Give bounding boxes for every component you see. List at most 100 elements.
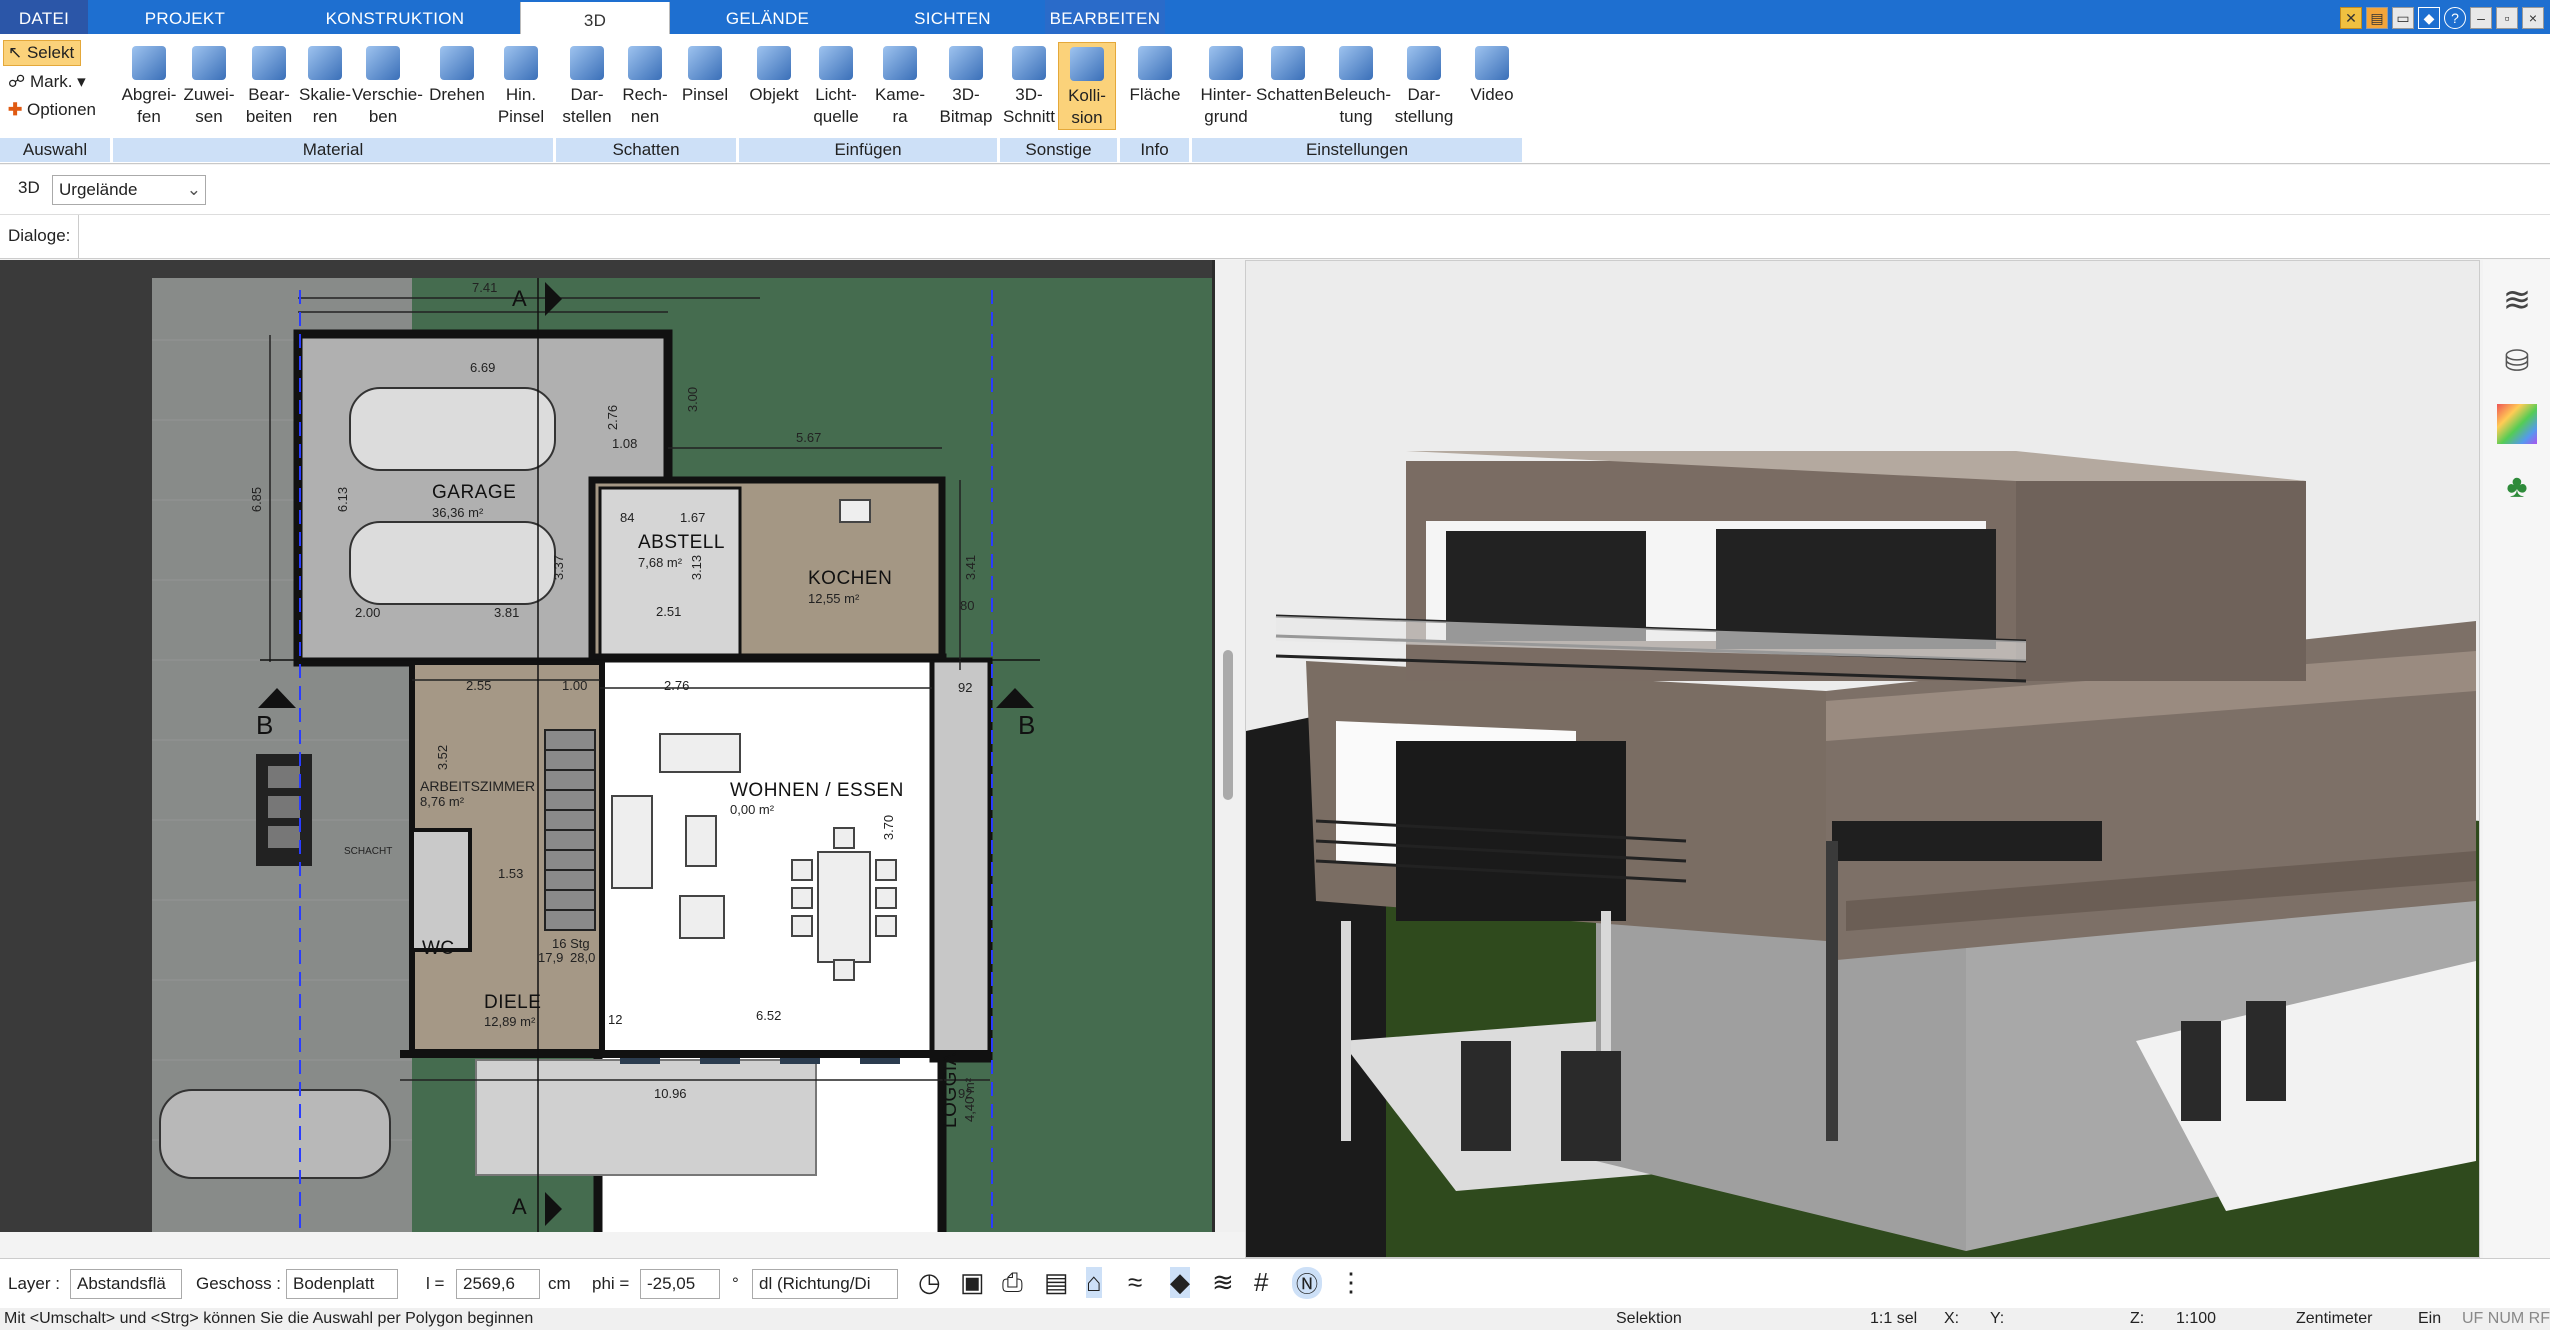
group-einstellungen: Einstellungen bbox=[1192, 138, 1522, 162]
direction-select[interactable]: dl (Richtung/Di bbox=[752, 1269, 898, 1299]
move-button[interactable]: Verschie- ben bbox=[352, 42, 423, 128]
tree-icon[interactable]: ♣ bbox=[2497, 466, 2537, 506]
pick-button[interactable]: Abgrei- fen bbox=[118, 42, 180, 128]
layer-value: Abstandsflä bbox=[77, 1274, 166, 1293]
brush-button[interactable]: Pinsel bbox=[676, 42, 734, 106]
palette-icon[interactable]: ◆ bbox=[2418, 7, 2440, 29]
camera-button[interactable]: Kame- ra bbox=[870, 42, 930, 128]
room-kochen-area: 12,55 m² bbox=[808, 591, 860, 606]
right-sidebar: ≋ ⛁ ♣ bbox=[2483, 260, 2550, 1258]
schacht-label: SCHACHT bbox=[344, 846, 393, 857]
light-source-label: Licht- quelle bbox=[813, 85, 859, 126]
floor-value: Bodenplatt bbox=[293, 1274, 375, 1293]
display-button[interactable]: Dar- stellung bbox=[1392, 42, 1456, 128]
phi-value: -25,05 bbox=[647, 1274, 696, 1293]
close-icon[interactable]: × bbox=[2522, 7, 2544, 29]
rotate-button[interactable]: Drehen bbox=[426, 42, 488, 106]
monitor-icon[interactable]: ▣ bbox=[960, 1267, 985, 1298]
background-button[interactable]: Hinter- grund bbox=[1194, 42, 1258, 128]
mark-button[interactable]: ☍ Mark. ▾ bbox=[8, 70, 86, 94]
bitmap-button[interactable]: 3D- Bitmap bbox=[936, 42, 996, 128]
hint-brush-button[interactable]: Hin. Pinsel bbox=[490, 42, 552, 128]
compute-shadow-button[interactable]: Rech- nen bbox=[616, 42, 674, 128]
printer-icon[interactable]: ⎙ bbox=[1002, 1267, 1023, 1299]
dim-label: 3.41 bbox=[963, 554, 979, 581]
collision-label: Kolli- sion bbox=[1068, 86, 1106, 127]
help-icon[interactable]: ? bbox=[2444, 7, 2466, 29]
render-shadow-button[interactable]: Dar- stellen bbox=[558, 42, 616, 128]
bitmap-label: 3D- Bitmap bbox=[939, 85, 993, 126]
brush-icon bbox=[688, 46, 722, 80]
status-tools: ◷ ▣ ⎙ ▤ ⌂ ≈ ◆ ≋ # Ⓝ ⋮ bbox=[918, 1267, 1364, 1301]
layer-select[interactable]: Abstandsflä bbox=[70, 1269, 182, 1299]
select-button[interactable]: ↖ Selekt bbox=[3, 40, 81, 66]
more-icon[interactable]: ⋮ bbox=[1338, 1267, 1364, 1298]
tab-sichten[interactable]: SICHTEN bbox=[900, 0, 1005, 34]
floor-select[interactable]: Bodenplatt bbox=[286, 1269, 398, 1299]
length-input[interactable]: 2569,6 bbox=[456, 1269, 540, 1299]
material-palette-icon[interactable] bbox=[2497, 404, 2537, 444]
dialog-bar: Dialoge: bbox=[0, 215, 2550, 259]
dim-label: 12 bbox=[608, 1012, 623, 1027]
roof-tool-icon[interactable]: ⌂ bbox=[1086, 1267, 1102, 1298]
plus-icon: ✚ bbox=[8, 100, 23, 119]
minimize-icon[interactable]: – bbox=[2470, 7, 2492, 29]
shadow-settings-button[interactable]: Schatten bbox=[1256, 42, 1323, 106]
section-label-a-bottom: A bbox=[512, 1194, 528, 1219]
edit-button[interactable]: Bear- beiten bbox=[238, 42, 300, 128]
group-einfuegen: Einfügen bbox=[739, 138, 997, 162]
texture-icon[interactable]: ≈ bbox=[1128, 1267, 1142, 1298]
tab-datei[interactable]: DATEI bbox=[0, 0, 88, 34]
grid-icon[interactable]: # bbox=[1254, 1267, 1268, 1298]
restore-icon[interactable]: ▫ bbox=[2496, 7, 2518, 29]
video-button[interactable]: Video bbox=[1460, 42, 1524, 106]
room-kochen-name: KOCHEN bbox=[808, 568, 893, 589]
view-splitter[interactable] bbox=[1215, 260, 1245, 1232]
phi-input[interactable]: -25,05 bbox=[640, 1269, 720, 1299]
save-icon[interactable]: ▤ bbox=[1044, 1267, 1069, 1298]
scale-button[interactable]: Skalie- ren bbox=[294, 42, 356, 128]
lighting-button[interactable]: Beleuch- tung bbox=[1324, 42, 1391, 128]
hint-text: Mit <Umschalt> und <Strg> können Sie die… bbox=[4, 1310, 534, 1327]
dim-label: 1.08 bbox=[612, 436, 638, 451]
assign-label: Zuwei- sen bbox=[183, 85, 235, 126]
assign-button[interactable]: Zuwei- sen bbox=[178, 42, 240, 128]
layout-icon[interactable]: ▭ bbox=[2392, 7, 2414, 29]
3d-view[interactable] bbox=[1245, 260, 2480, 1258]
chevron-down-icon: ⌄ bbox=[186, 180, 201, 199]
room-arbeitszimmer-area: 8,76 m² bbox=[420, 794, 465, 809]
vertical-scrollbar[interactable] bbox=[1223, 650, 1233, 800]
light-source-button[interactable]: Licht- quelle bbox=[806, 42, 866, 128]
dim-label: 7.41 bbox=[472, 280, 498, 295]
tools-icon[interactable]: ✕ bbox=[2340, 7, 2362, 29]
tab-bearbeiten[interactable]: BEARBEITEN bbox=[1045, 0, 1165, 34]
area-icon bbox=[1138, 46, 1172, 80]
menu-bar: DATEI PROJEKT KONSTRUKTION 3D GELÄNDE SI… bbox=[0, 0, 2550, 36]
dim-label: 6.52 bbox=[756, 1008, 782, 1023]
terrain-select[interactable]: Urgelände ⌄ bbox=[52, 175, 206, 205]
area-button[interactable]: Fläche bbox=[1126, 42, 1184, 106]
pick-label: Abgrei- fen bbox=[121, 85, 177, 126]
tab-gelaende[interactable]: GELÄNDE bbox=[710, 0, 825, 34]
dim-label: 28,0 bbox=[570, 950, 596, 965]
hint-brush-icon bbox=[504, 46, 538, 80]
hint-brush-label: Hin. Pinsel bbox=[497, 85, 545, 126]
tab-konstruktion[interactable]: KONSTRUKTION bbox=[320, 0, 470, 34]
window-icon[interactable]: ▤ bbox=[2366, 7, 2388, 29]
dim-label: 92 bbox=[958, 1086, 973, 1101]
tab-3d[interactable]: 3D bbox=[520, 2, 670, 36]
north-icon[interactable]: Ⓝ bbox=[1292, 1267, 1322, 1299]
collision-button[interactable]: Kolli- sion bbox=[1058, 42, 1116, 130]
options-button[interactable]: ✚ Optionen bbox=[8, 98, 96, 122]
dim-label: 6.13 bbox=[335, 486, 351, 513]
chair-icon[interactable]: ⛁ bbox=[2497, 342, 2537, 382]
3d-section-button[interactable]: 3D- Schnitt bbox=[1000, 42, 1058, 128]
dim-label: 3.81 bbox=[494, 605, 520, 620]
floor-plan-view[interactable]: GARAGE 36,36 m² ABSTELL 7,68 m² KOCHEN 1… bbox=[0, 260, 1215, 1232]
layers-tool-icon[interactable]: ≋ bbox=[1212, 1267, 1234, 1298]
tab-projekt[interactable]: PROJEKT bbox=[130, 0, 240, 34]
plane-icon[interactable]: ◆ bbox=[1170, 1267, 1190, 1298]
clock-icon[interactable]: ◷ bbox=[918, 1267, 941, 1298]
object-button[interactable]: Objekt bbox=[744, 42, 804, 106]
layers-icon[interactable]: ≋ bbox=[2497, 280, 2537, 320]
